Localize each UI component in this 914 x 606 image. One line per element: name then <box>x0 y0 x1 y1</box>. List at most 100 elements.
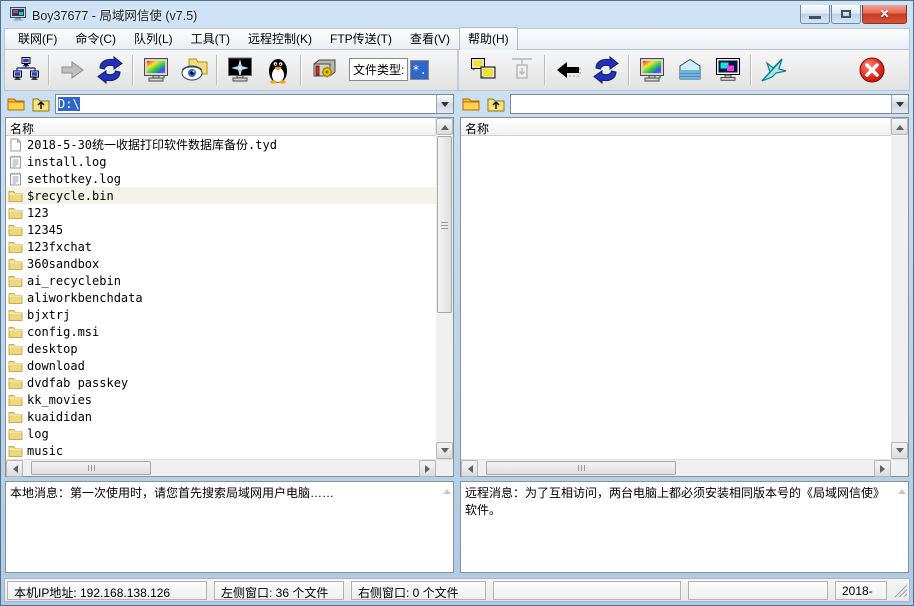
right-column-header-name[interactable]: 名称 <box>461 118 891 136</box>
browse-eye-button[interactable] <box>175 52 213 88</box>
download-hoist-icon <box>508 56 536 84</box>
list-item[interactable]: 123 <box>6 204 436 221</box>
remote-desktop-button[interactable] <box>709 52 747 88</box>
left-path-dropdown-button[interactable] <box>436 95 453 113</box>
message-scroll-up-icon[interactable] <box>898 485 906 494</box>
list-item[interactable]: 123fxchat <box>6 238 436 255</box>
maximize-button[interactable] <box>831 5 861 24</box>
menu-item[interactable]: 帮助(H) <box>459 27 518 51</box>
list-item[interactable]: download <box>6 357 436 374</box>
list-item[interactable]: $recycle.bin <box>6 187 436 204</box>
chevron-down-icon <box>896 102 904 111</box>
tools-machine-button[interactable] <box>305 52 343 88</box>
list-item[interactable]: desktop <box>6 340 436 357</box>
left-horizontal-scrollbar[interactable] <box>6 459 453 476</box>
menu-item[interactable]: 队列(L) <box>125 27 182 51</box>
left-vscroll-thumb[interactable] <box>437 136 452 313</box>
right-vertical-scrollbar[interactable] <box>891 136 908 459</box>
menu-item[interactable]: 工具(T) <box>182 27 239 51</box>
right-hscroll-thumb[interactable] <box>486 461 676 475</box>
list-item[interactable]: bjxtrj <box>6 306 436 323</box>
left-up-folder-button[interactable] <box>30 95 52 113</box>
menu-item[interactable]: 命令(C) <box>66 27 125 51</box>
menu-item[interactable]: 远程控制(K) <box>239 27 321 51</box>
toolbar-separator <box>544 55 546 85</box>
minimize-button[interactable] <box>800 5 830 24</box>
file-name: 360sandbox <box>27 257 99 271</box>
file-type-icon <box>8 427 23 441</box>
search-lan-button[interactable] <box>7 52 45 88</box>
list-item[interactable]: music <box>6 442 436 459</box>
list-item[interactable]: log <box>6 425 436 442</box>
file-type-icon <box>8 138 23 152</box>
download-queue-button[interactable] <box>503 52 541 88</box>
right-scroll-down-button[interactable] <box>891 442 908 459</box>
close-button[interactable]: ✕ <box>862 5 907 24</box>
list-item[interactable]: aliworkbenchdata <box>6 289 436 306</box>
penguin-icon <box>264 56 292 84</box>
menu-item[interactable]: 联网(F) <box>9 27 66 51</box>
status-date: 2018- <box>835 581 887 600</box>
resize-grip[interactable] <box>894 584 907 597</box>
list-item[interactable]: install.log <box>6 153 436 170</box>
left-hscroll-thumb[interactable] <box>31 461 151 475</box>
list-item[interactable]: kk_movies <box>6 391 436 408</box>
left-scroll-right-button[interactable] <box>419 460 436 477</box>
send-folder-button[interactable] <box>671 52 709 88</box>
penguin-button[interactable] <box>259 52 297 88</box>
file-name: dvdfab passkey <box>27 376 128 390</box>
content-area: D:\ 名称 <box>4 91 910 575</box>
menu-item[interactable]: 查看(V) <box>401 27 459 51</box>
left-scroll-down-button[interactable] <box>436 442 453 459</box>
list-item[interactable]: kuaididan <box>6 408 436 425</box>
menu-bar: 联网(F)命令(C)队列(L)工具(T)远程控制(K)FTP传送(T)查看(V)… <box>4 28 910 50</box>
refresh-left-button[interactable] <box>91 52 129 88</box>
message-scroll-up-icon[interactable] <box>443 485 451 494</box>
triangle-right-icon <box>425 465 434 473</box>
app-window: Boy37677 - 局域网信使 (v7.5) ✕ 联网(F)命令(C)队列(L… <box>0 0 914 606</box>
file-type-icon <box>8 223 23 237</box>
menu-item[interactable]: FTP传送(T) <box>321 27 401 51</box>
refresh-right-button[interactable] <box>587 52 625 88</box>
right-folder-button[interactable] <box>460 95 482 113</box>
right-path-combobox[interactable] <box>510 94 909 114</box>
left-scroll-left-button[interactable] <box>6 460 23 477</box>
left-folder-button[interactable] <box>5 95 27 113</box>
window-title: Boy37677 - 局域网信使 (v7.5) <box>32 5 799 24</box>
remote-screen-button[interactable] <box>221 52 259 88</box>
left-scroll-up-button[interactable] <box>436 118 453 135</box>
ftp-jet-button[interactable] <box>755 52 793 88</box>
title-bar: Boy37677 - 局域网信使 (v7.5) ✕ <box>4 1 910 28</box>
list-item[interactable]: 2018-5-30统一收据打印软件数据库备份.tyd <box>6 136 436 153</box>
forward-button[interactable] <box>53 52 91 88</box>
right-horizontal-scrollbar[interactable] <box>461 459 908 476</box>
file-name: config.msi <box>27 325 99 339</box>
list-item[interactable]: sethotkey.log <box>6 170 436 187</box>
connect-computers-button[interactable] <box>465 52 503 88</box>
right-file-list: 名称 <box>460 117 909 477</box>
toolbar-separator <box>48 55 50 85</box>
view-image-right-button[interactable] <box>633 52 671 88</box>
file-type-icon <box>8 240 23 254</box>
triangle-right-icon <box>880 465 889 473</box>
right-scroll-up-button[interactable] <box>891 118 908 135</box>
list-item[interactable]: 360sandbox <box>6 255 436 272</box>
left-path-combobox[interactable]: D:\ <box>55 94 454 114</box>
list-item[interactable]: dvdfab passkey <box>6 374 436 391</box>
left-file-list: 名称 2018-5-30统一收据打印软件数据库备份.tyd <box>5 117 454 477</box>
right-up-folder-button[interactable] <box>485 95 507 113</box>
left-column-header-name[interactable]: 名称 <box>6 118 436 136</box>
triangle-down-icon <box>441 448 449 457</box>
list-item[interactable]: 12345 <box>6 221 436 238</box>
folder-eye-icon <box>180 56 208 84</box>
right-path-dropdown-button[interactable] <box>891 95 908 113</box>
back-button[interactable] <box>549 52 587 88</box>
close-connection-button[interactable] <box>853 52 891 88</box>
list-item[interactable]: config.msi <box>6 323 436 340</box>
right-scroll-left-button[interactable] <box>461 460 478 477</box>
file-type-combo[interactable]: *. <box>410 60 429 80</box>
left-vertical-scrollbar[interactable] <box>436 136 453 459</box>
list-item[interactable]: ai_recyclebin <box>6 272 436 289</box>
right-scroll-right-button[interactable] <box>874 460 891 477</box>
view-image-left-button[interactable] <box>137 52 175 88</box>
